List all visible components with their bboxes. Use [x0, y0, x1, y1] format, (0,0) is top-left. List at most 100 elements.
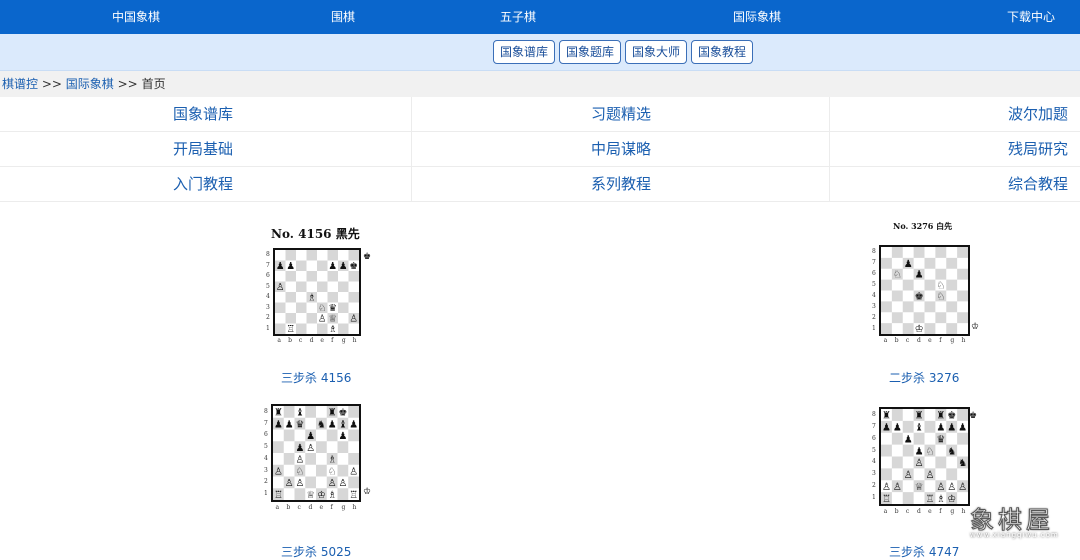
file-label: c [297, 504, 301, 511]
rank-labels: 8 7 6 5 4 3 2 1 [872, 409, 878, 504]
board-square [946, 468, 958, 481]
category-link-selected-problems[interactable]: 习题精选 [591, 97, 651, 131]
chess-board-diagram[interactable]: ♟ ♘ ♟ ♘ ♚ ♘ ♔ [879, 245, 970, 336]
puzzle-caption-link[interactable]: 三步杀 4156 [281, 369, 351, 386]
category-link-opening-basics[interactable]: 开局基础 [173, 132, 233, 166]
puzzle-caption-link[interactable]: 二步杀 3276 [889, 369, 959, 386]
category-link-beginner-tutorial[interactable]: 入门教程 [173, 167, 233, 201]
board-square [891, 301, 904, 313]
grid-divider [411, 97, 412, 202]
board-square [338, 323, 349, 334]
file-label: h [352, 337, 357, 344]
board-square [348, 250, 359, 261]
board-square [348, 323, 359, 334]
board-square [881, 312, 893, 324]
file-label: g [950, 508, 955, 515]
nav-item-downloads[interactable]: 下载中心 [1007, 0, 1055, 34]
puzzle-caption-link[interactable]: 三步杀 4747 [889, 543, 959, 560]
subnav-button-masters[interactable]: 国象大师 [625, 40, 688, 64]
chess-piece-icon: ♞ [958, 458, 967, 469]
subnav-button-tutorials[interactable]: 国象教程 [691, 40, 754, 64]
category-link-endgame-study[interactable]: 残局研究 [1008, 132, 1068, 166]
breadcrumb-site-link[interactable]: 棋谱控 [2, 77, 38, 91]
nav-item-xiangqi[interactable]: 中国象棋 [112, 0, 160, 34]
category-link-series-tutorial[interactable]: 系列教程 [591, 167, 651, 201]
chess-piece-icon: ♘ [936, 281, 945, 292]
board-square [294, 429, 306, 442]
subnav-button-problem-library[interactable]: 国象题库 [559, 40, 622, 64]
grid-divider [829, 97, 830, 202]
category-link-game-library[interactable]: 国象谱库 [173, 97, 233, 131]
board-square [902, 247, 915, 259]
board-square [296, 302, 307, 314]
chess-piece-icon: ♖ [274, 490, 283, 500]
chess-piece-icon: ♟ [338, 431, 347, 442]
board-square [957, 468, 968, 481]
file-label: f [331, 337, 334, 344]
board-square [924, 480, 936, 493]
chess-piece-icon: ♙ [915, 458, 924, 469]
category-link-polgar-problems[interactable]: 波尔加题 [1008, 97, 1068, 131]
rank-label: 4 [266, 293, 270, 301]
board-square [273, 453, 285, 466]
breadcrumb-separator: >> [41, 77, 62, 91]
chess-board-diagram[interactable]: ♜ ♝ ♜ ♚ ♟ ♟ ♛ ♞ ♟ ♝ ♟ ♟ ♟ ♟ ♙ ♙ ♗ ♙ ♘ ♘ ♙ ♙ ♙ ♙ ♙ ♖ ♕ ♔ ♗ ♖ [271, 404, 361, 502]
chess-piece-icon: ♖ [882, 494, 891, 504]
file-label: f [939, 508, 942, 515]
nav-item-gomoku[interactable]: 五子棋 [500, 0, 536, 34]
board-square [283, 488, 295, 500]
chess-piece-icon: ♘ [936, 291, 945, 302]
chess-piece-icon: ♙ [958, 482, 967, 493]
breadcrumb-section-link[interactable]: 国际象棋 [66, 77, 114, 91]
chess-piece-icon: ♔ [915, 324, 924, 334]
chess-piece-icon: ♕ [306, 490, 315, 500]
board-square [891, 312, 904, 324]
side-to-move-white-icon: ♔ [363, 487, 372, 497]
chess-piece-icon: ♚ [349, 261, 358, 272]
category-link-middlegame-strategy[interactable]: 中局谋略 [591, 132, 651, 166]
board-square [285, 302, 297, 314]
board-square [913, 301, 925, 313]
chess-piece-icon: ♕ [328, 314, 337, 325]
chess-piece-icon: ♜ [328, 408, 337, 419]
board-square [913, 432, 925, 446]
board-square [317, 292, 328, 303]
board-square [316, 441, 328, 454]
subnav-button-game-library[interactable]: 国象谱库 [493, 40, 556, 64]
board-svg: ♟ ♟ ♟ ♟ ♚♙♗♘ ♛♙ ♕ ♙♖ ♗ [275, 250, 359, 334]
chess-piece-icon: ♙ [338, 478, 347, 489]
board-square [881, 257, 893, 270]
chess-board-diagram[interactable]: ♟ ♟ ♟ ♟ ♚ ♙ ♗ ♘ ♛ ♙ ♕ ♙ ♖ ♗ [273, 248, 361, 336]
board-square [881, 301, 893, 313]
board-square [296, 250, 307, 261]
board-square [946, 290, 958, 302]
board-square [902, 456, 915, 469]
board-square [348, 429, 359, 442]
file-label: e [928, 508, 932, 515]
chess-board-diagram[interactable]: ♜ ♜ ♜ ♚ ♟ ♟ ♝ ♟ ♟ ♟ ♟ ♛ ♟ ♘ ♞ ♙ ♞ ♙ ♙ ♙ ♙ ♕ ♙ ♙ ♙ ♖ ♖ ♗ ♔ [879, 407, 970, 506]
file-label: g [341, 504, 346, 511]
chess-piece-icon: ♟ [295, 443, 304, 454]
puzzle-caption-link[interactable]: 三步杀 5025 [281, 543, 351, 560]
nav-item-chess[interactable]: 国际象棋 [733, 0, 781, 34]
rank-label: 7 [266, 261, 270, 269]
chess-piece-icon: ♙ [318, 314, 327, 325]
board-square [296, 281, 307, 293]
rank-labels: 8 7 6 5 4 3 2 1 [266, 250, 272, 334]
rank-label: 7 [264, 419, 268, 427]
site-watermark: 象棋屋 www.xiangqiwu.com [962, 500, 1072, 548]
chess-piece-icon: ♘ [328, 466, 337, 477]
board-square [275, 292, 286, 303]
board-square [306, 313, 318, 324]
board-square [283, 453, 295, 466]
category-link-general-tutorial[interactable]: 综合教程 [1008, 167, 1068, 201]
board-square [296, 260, 307, 272]
board-square [891, 290, 904, 302]
rank-label: 5 [872, 446, 876, 454]
board-square [935, 257, 947, 270]
rank-label: 2 [872, 482, 876, 490]
nav-item-go[interactable]: 围棋 [331, 0, 355, 34]
board-square [294, 488, 306, 500]
puzzle-title: No. 3276 白先 [893, 221, 953, 231]
chess-piece-icon: ♗ [328, 455, 337, 466]
